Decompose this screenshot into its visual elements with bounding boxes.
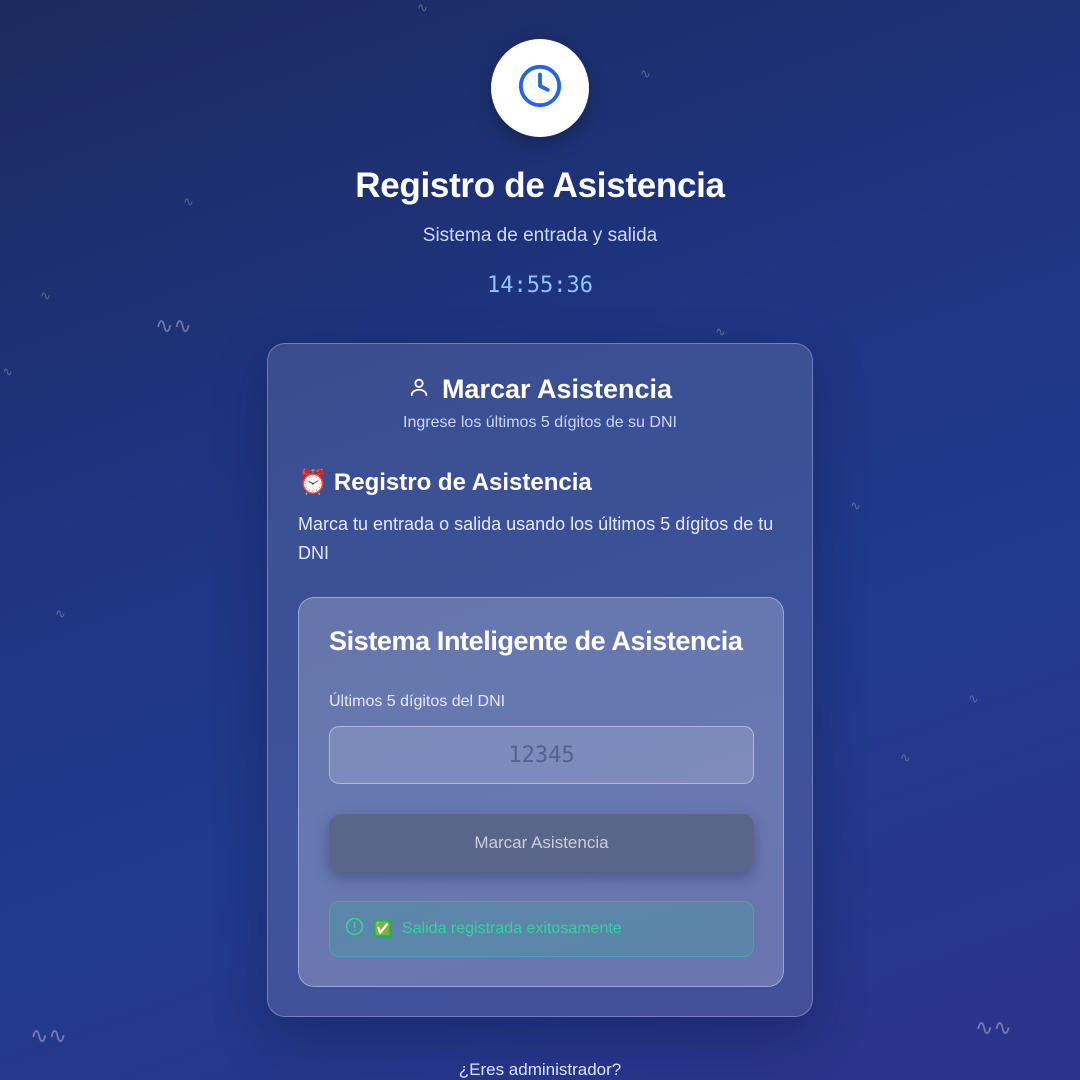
wave-decoration: ∿ [640, 67, 651, 82]
wave-decoration: ∿ [900, 751, 911, 766]
admin-link[interactable]: ¿Eres administrador? [0, 1060, 1080, 1080]
wave-decoration: ∿ [55, 607, 66, 622]
success-alert: ✅ Salida registrada exitosamente [329, 901, 754, 957]
alarm-clock-emoji: ⏰ [298, 469, 328, 496]
wave-decoration: ∿ [850, 499, 861, 514]
wave-decoration: ∿ [2, 365, 13, 380]
wave-decoration: ∿ [715, 325, 726, 340]
card-subtitle: Ingrese los últimos 5 dígitos de su DNI [403, 414, 677, 431]
alert-message: Salida registrada exitosamente [402, 920, 622, 937]
wave-decoration: ∿ [968, 692, 979, 707]
section-title: Registro de Asistencia [333, 468, 592, 496]
page-title: Registro de Asistencia [355, 166, 725, 205]
dni-label: Últimos 5 dígitos del DNI [329, 693, 506, 710]
section-heading: ⏰ Registro de Asistencia [298, 468, 592, 497]
attendance-card: Marcar Asistencia Ingrese los últimos 5 … [267, 343, 813, 1017]
clock-icon [517, 63, 563, 114]
dni-input[interactable] [329, 726, 754, 784]
current-time: 14:55:36 [487, 273, 593, 298]
app-logo [491, 39, 589, 137]
attendance-form: Sistema Inteligente de Asistencia Último… [298, 597, 784, 987]
alert-circle-icon [345, 917, 364, 941]
section-description: Marca tu entrada o salida usando los últ… [298, 514, 774, 563]
wave-decoration: ∿∿ [975, 1016, 1012, 1041]
card-title: Marcar Asistencia [441, 374, 673, 404]
page-subtitle: Sistema de entrada y salida [422, 225, 658, 246]
wave-decoration: ∿∿ [155, 314, 192, 339]
mark-attendance-button[interactable]: Marcar Asistencia [329, 814, 754, 872]
check-mark-emoji: ✅ [374, 920, 392, 938]
wave-decoration: ∿∿ [30, 1024, 67, 1049]
wave-decoration: ∿ [417, 1, 428, 16]
user-icon [408, 374, 430, 405]
form-title: Sistema Inteligente de Asistencia [329, 626, 743, 656]
card-header: Marcar Asistencia [268, 374, 812, 405]
